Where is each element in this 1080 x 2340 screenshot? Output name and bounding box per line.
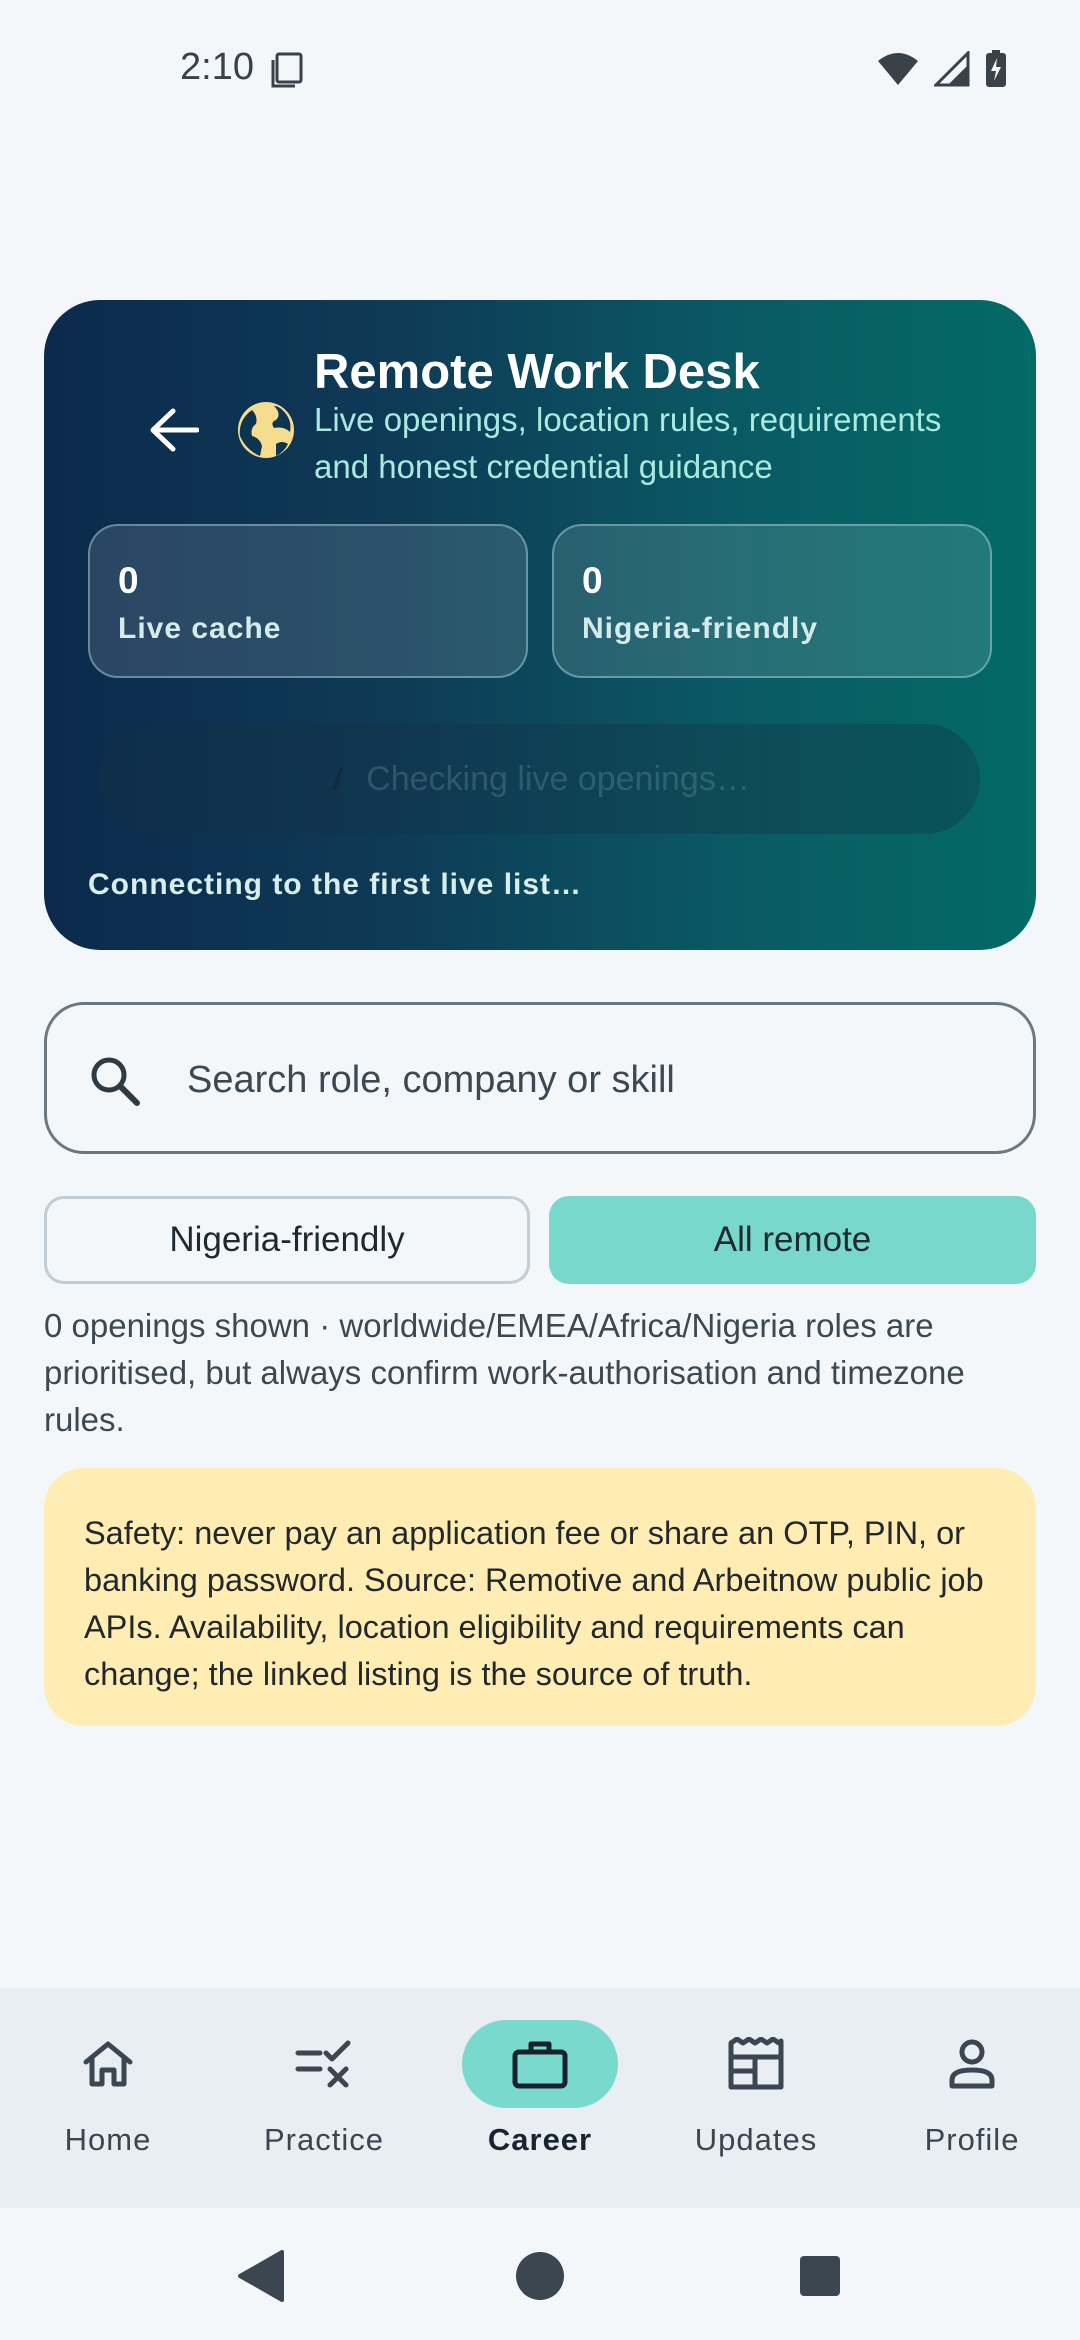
hero-card: Remote Work Desk Live openings, location…: [44, 300, 1036, 950]
square-recents-icon: [800, 2256, 840, 2296]
battery-charging-icon: [986, 50, 1006, 87]
nav-label: Practice: [264, 2122, 384, 2157]
page-title: Remote Work Desk: [314, 345, 760, 399]
nav-label: Profile: [924, 2122, 1020, 2157]
status-time: 2:10: [180, 46, 254, 88]
status-icons: [876, 50, 1008, 88]
connecting-status: Connecting to the first live list…: [88, 868, 583, 901]
system-home-button[interactable]: [510, 2246, 570, 2306]
search-box[interactable]: [44, 1002, 1036, 1154]
stat-value: 0: [118, 560, 139, 601]
filter-nigeria-friendly[interactable]: Nigeria-friendly: [44, 1196, 530, 1284]
sim-card-icon: [271, 52, 303, 88]
wifi-icon: [878, 53, 918, 85]
system-back-button[interactable]: [230, 2246, 290, 2306]
stat-label: Nigeria-friendly: [582, 612, 819, 645]
safety-notice: Safety: never pay an application fee or …: [44, 1468, 1036, 1726]
circle-home-icon: [516, 2252, 564, 2300]
system-navigation-bar: [0, 2208, 1080, 2340]
practice-icon: [295, 2040, 351, 2088]
nav-label: Career: [487, 2122, 593, 2157]
nav-label: Updates: [694, 2122, 818, 2157]
checking-label: Checking live openings…: [366, 759, 750, 798]
nav-item-updates[interactable]: Updates: [648, 1988, 864, 2208]
loading-spinner-icon: [326, 768, 344, 790]
stat-value: 0: [582, 560, 603, 601]
search-input[interactable]: [187, 1043, 987, 1117]
newspaper-icon: [728, 2037, 784, 2090]
system-recents-button[interactable]: [790, 2246, 850, 2306]
filter-all-remote[interactable]: All remote: [549, 1196, 1036, 1284]
status-bar: 2:10: [0, 0, 1080, 140]
stat-card-nigeria-friendly: 0 Nigeria-friendly: [552, 524, 992, 678]
checking-live-button[interactable]: Checking live openings…: [100, 724, 980, 834]
stat-card-live-cache: 0 Live cache: [88, 524, 528, 678]
nav-item-home[interactable]: Home: [0, 1988, 216, 2208]
back-button[interactable]: [124, 380, 224, 480]
briefcase-icon: [512, 2041, 568, 2089]
openings-info-text: 0 openings shown · worldwide/EMEA/Africa…: [44, 1307, 965, 1438]
bottom-navigation: Home Practice Career Updates Profile: [0, 1988, 1080, 2208]
home-icon: [83, 2041, 133, 2087]
arrow-back-icon: [150, 408, 199, 452]
nav-label: Home: [64, 2122, 152, 2157]
page-subtitle: Live openings, location rules, requireme…: [314, 401, 942, 485]
stat-label: Live cache: [118, 612, 282, 645]
globe-icon: [238, 402, 294, 458]
triangle-back-icon: [238, 2250, 284, 2302]
nav-item-profile[interactable]: Profile: [864, 1988, 1080, 2208]
nav-item-practice[interactable]: Practice: [216, 1988, 432, 2208]
signal-icon: [934, 51, 970, 87]
person-icon: [949, 2039, 995, 2089]
search-icon: [91, 1057, 140, 1106]
nav-item-career[interactable]: Career: [432, 1988, 648, 2208]
